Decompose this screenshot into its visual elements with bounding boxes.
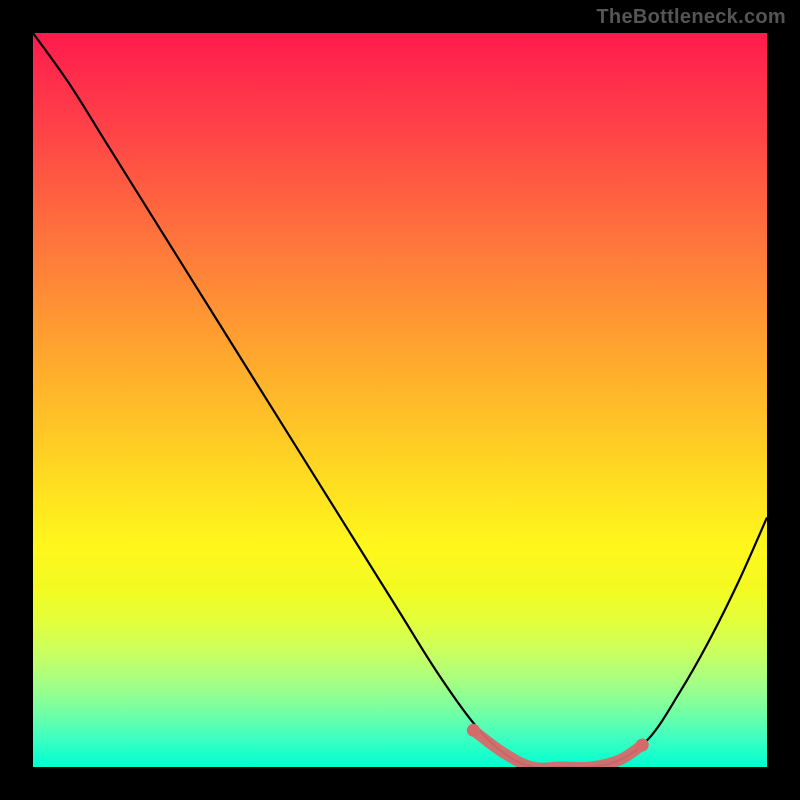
watermark-text: TheBottleneck.com xyxy=(596,6,786,29)
plot-area xyxy=(33,33,767,767)
heat-gradient xyxy=(33,33,767,767)
chart-frame: TheBottleneck.com xyxy=(0,0,800,800)
